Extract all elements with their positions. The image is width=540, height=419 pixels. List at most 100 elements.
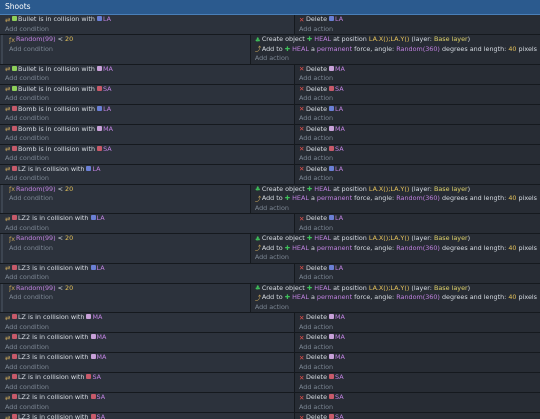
add-condition-link[interactable]: Add condition [5, 403, 294, 413]
action-line[interactable]: ✕ Delete MA [299, 65, 540, 75]
actions-cell[interactable]: ✕ Delete LA Add action [295, 104, 540, 124]
add-condition-link[interactable]: Add condition [9, 194, 250, 204]
condition-line[interactable]: ƒxRandom(99) < 20 [9, 35, 250, 45]
condition-line[interactable]: ⇄ LZ2 is in collision with SA [5, 393, 294, 403]
conditions-cell[interactable]: ƒxRandom(99) < 20 Add condition [0, 184, 251, 213]
action-line[interactable]: ♣Create object ✚ HEAL at position LA.X()… [255, 185, 540, 195]
actions-cell[interactable]: ♣Create object ✚ HEAL at position LA.X()… [250, 283, 540, 313]
actions-cell[interactable]: ✕Delete SAAdd action [295, 413, 540, 419]
actions-cell[interactable]: ✕Delete SAAdd action [295, 393, 540, 412]
conditions-cell[interactable]: ƒxRandom(99) < 20 Add condition [0, 283, 251, 312]
actions-cell[interactable]: ✕ Delete LA Add action [295, 15, 540, 34]
actions-cell[interactable]: ✕ Delete LA Add action [295, 164, 540, 184]
actions-cell[interactable]: ✕ Delete MA Add action [295, 124, 540, 144]
conditions-cell[interactable]: ƒxRandom(99) < 20 Add condition [0, 35, 251, 64]
condition-line[interactable]: ⇄ Bomb is in collision with MA [5, 125, 294, 135]
condition-line[interactable]: ⇄ Bullet is in collision with MA [5, 65, 294, 75]
condition-line[interactable]: ⇄ LZ3 is in collision with MA [5, 353, 294, 363]
add-action-link[interactable]: Add action [299, 114, 540, 124]
add-condition-link[interactable]: Add condition [5, 363, 294, 373]
action-line[interactable]: ✕ Delete SA [299, 393, 540, 403]
action-line[interactable]: ✕ Delete LA [299, 105, 540, 115]
add-action-link[interactable]: Add action [299, 383, 540, 393]
action-line[interactable]: ✕ Delete MA [299, 333, 540, 343]
actions-cell[interactable]: ✕ Delete LA Add action [295, 263, 540, 283]
add-condition-link[interactable]: Add condition [5, 383, 294, 393]
add-action-link[interactable]: Add action [299, 174, 540, 184]
action-line[interactable]: ✕ Delete SA [299, 413, 540, 419]
add-condition-link[interactable]: Add condition [5, 224, 294, 234]
add-action-link[interactable]: Add action [299, 74, 540, 84]
conditions-cell[interactable]: ⇄ LZ is in collision with SA Add condition [0, 373, 295, 392]
add-condition-link[interactable]: Add condition [5, 273, 294, 283]
add-condition-link[interactable]: Add condition [9, 293, 250, 303]
add-action-link[interactable]: Add action [255, 303, 540, 313]
add-condition-link[interactable]: Add condition [5, 25, 294, 35]
actions-cell[interactable]: ♣Create object ✚ HEAL at position LA.X()… [250, 35, 540, 64]
action-line[interactable]: ✕ Delete LA [299, 165, 540, 175]
action-line[interactable]: ✕ Delete LA [299, 264, 540, 274]
add-condition-link[interactable]: Add condition [5, 174, 294, 184]
conditions-cell[interactable]: ⇄ Bomb is in collision with MA Add conditi… [0, 124, 295, 144]
conditions-cell[interactable]: ƒxRandom(99) < 20 Add condition [0, 234, 251, 263]
condition-line[interactable]: ⇄ LZ is in collision with SA [5, 373, 294, 383]
conditions-cell[interactable]: ⇄ Bomb is in collision with LA Add conditi… [0, 104, 295, 124]
conditions-cell[interactable]: ⇄ Bomb is in collision with SA Add conditi… [0, 144, 295, 164]
action-line[interactable]: ✕ Delete MA [299, 125, 540, 135]
add-action-link[interactable]: Add action [299, 25, 540, 35]
conditions-cell[interactable]: ⇄ Bullet is in collision with SA Add condi… [0, 84, 295, 104]
add-condition-link[interactable]: Add condition [5, 134, 294, 144]
add-action-link[interactable]: Add action [255, 204, 540, 214]
conditions-cell[interactable]: ⇄ LZ is in collision with LA Add condition [0, 164, 295, 184]
action-line[interactable]: ✕ Delete SA [299, 145, 540, 155]
action-line[interactable]: ✕ Delete SA [299, 85, 540, 95]
condition-line[interactable]: ⇄ LZ is in collision with MA [5, 313, 294, 323]
conditions-cell[interactable]: ⇄ Bullet is in collision with LA Add condi… [0, 15, 295, 34]
conditions-cell[interactable]: ⇄ LZ3 is in collision with MA Add conditio… [0, 353, 295, 372]
add-condition-link[interactable]: Add condition [5, 114, 294, 124]
condition-line[interactable]: ⇄ LZ2 is in collision with MA [5, 333, 294, 343]
add-condition-link[interactable]: Add condition [5, 154, 294, 164]
actions-cell[interactable]: ✕ Delete MA Add action [295, 333, 540, 352]
event-group-header[interactable]: Shoots [0, 0, 540, 15]
condition-line[interactable]: ƒxRandom(99) < 20 [9, 185, 250, 195]
add-action-link[interactable]: Add action [299, 154, 540, 164]
action-line[interactable]: ✕ Delete SA [299, 373, 540, 383]
condition-line[interactable]: ⇄ Bullet is in collision with SA [5, 85, 294, 95]
add-condition-link[interactable]: Add condition [9, 244, 250, 254]
condition-line[interactable]: ⇄ LZ3 is in collision with SA [5, 413, 294, 419]
add-action-link[interactable]: Add action [299, 224, 540, 234]
action-line[interactable]: ✕ Delete LA [299, 214, 540, 224]
actions-cell[interactable]: ✕ Delete MA Add action [295, 64, 540, 84]
conditions-cell[interactable]: ⇄ LZ3 is in collision with LA Add conditio… [0, 263, 295, 283]
condition-line[interactable]: ƒxRandom(99) < 20 [9, 284, 250, 294]
add-action-link[interactable]: Add action [255, 253, 540, 263]
action-line[interactable]: ⤴Add to ✚ HEAL a permanent force, angle:… [255, 45, 540, 55]
condition-line[interactable]: ƒxRandom(99) < 20 [9, 234, 250, 244]
add-condition-link[interactable]: Add condition [5, 343, 294, 353]
condition-line[interactable]: ⇄ LZ is in collision with LA [5, 165, 294, 175]
add-action-link[interactable]: Add action [299, 94, 540, 104]
conditions-cell[interactable]: ⇄ LZ is in collision with MA Add condition [0, 313, 295, 332]
add-action-link[interactable]: Add action [299, 403, 540, 413]
action-line[interactable]: ✕ Delete LA [299, 15, 540, 25]
conditions-cell[interactable]: ⇄ LZ2 is in collision with MA Add conditio… [0, 333, 295, 352]
add-action-link[interactable]: Add action [255, 54, 540, 64]
conditions-cell[interactable]: ⇄ Bullet is in collision with MA Add condi… [0, 64, 295, 84]
action-line[interactable]: ♣Create object ✚ HEAL at position LA.X()… [255, 35, 540, 45]
add-action-link[interactable]: Add action [299, 134, 540, 144]
actions-cell[interactable]: ✕ Delete MA Add action [295, 313, 540, 332]
action-line[interactable]: ✕ Delete MA [299, 313, 540, 323]
add-action-link[interactable]: Add action [299, 363, 540, 373]
actions-cell[interactable]: ✕ Delete LA Add action [295, 214, 540, 233]
actions-cell[interactable]: ♣Create object ✚ HEAL at position LA.X()… [250, 184, 540, 214]
action-line[interactable]: ♣Create object ✚ HEAL at position LA.X()… [255, 234, 540, 244]
action-line[interactable]: ✕ Delete MA [299, 353, 540, 363]
action-line[interactable]: ⤴Add to ✚ HEAL a permanent force, angle:… [255, 293, 540, 303]
actions-cell[interactable]: ✕Delete SAAdd action [295, 144, 540, 164]
condition-line[interactable]: ⇄ Bomb is in collision with SA [5, 145, 294, 155]
condition-line[interactable]: ⇄ Bomb is in collision with LA [5, 105, 294, 115]
condition-line[interactable]: ⇄ LZ3 is in collision with LA [5, 264, 294, 274]
conditions-cell[interactable]: ⇄ LZ2 is in collision with SA Add conditio… [0, 393, 295, 412]
condition-line[interactable]: ⇄ Bullet is in collision with LA [5, 15, 294, 25]
